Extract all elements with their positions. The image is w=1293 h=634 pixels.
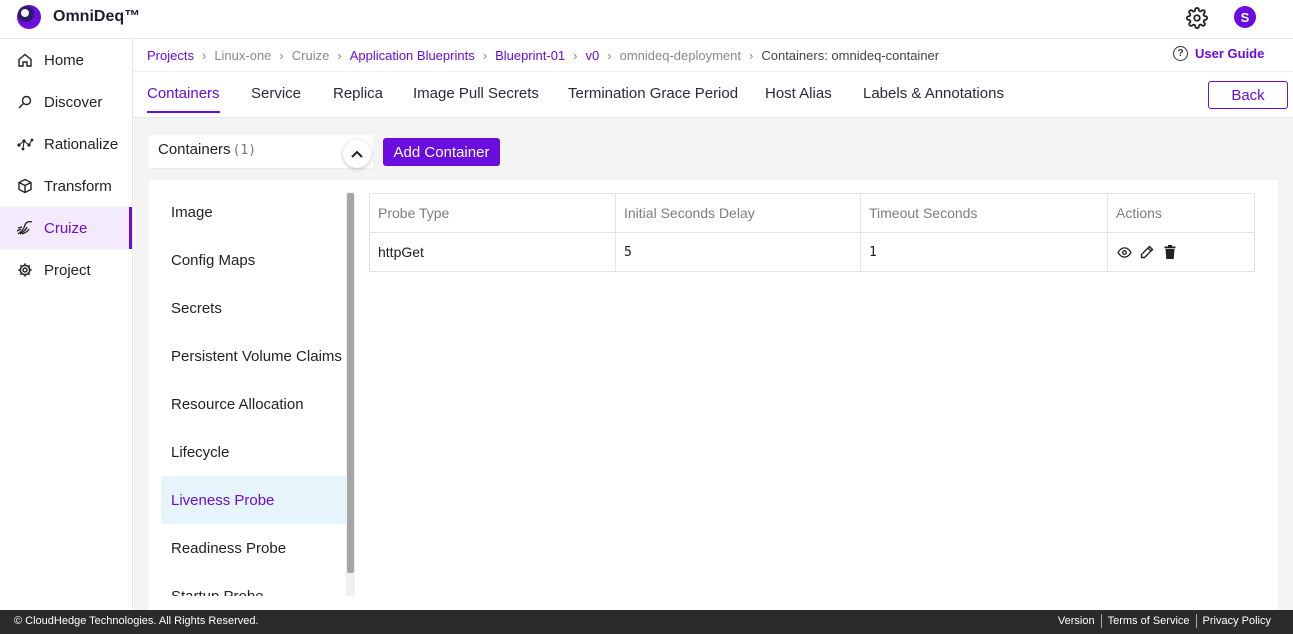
brand-name: OmniDeq™ bbox=[53, 8, 141, 25]
tab-replica[interactable]: Replica bbox=[333, 85, 383, 102]
container-config-menu: Image Config Maps Secrets Persistent Vol… bbox=[161, 188, 347, 596]
menu-item-config-maps[interactable]: Config Maps bbox=[161, 236, 347, 284]
menu-item-resource-allocation[interactable]: Resource Allocation bbox=[161, 380, 347, 428]
cell-actions bbox=[1107, 232, 1255, 272]
sidebar-item-cruize[interactable]: Cruize bbox=[0, 207, 132, 249]
breadcrumb-separator: › bbox=[749, 47, 754, 63]
breadcrumb-separator: › bbox=[337, 47, 342, 63]
probe-table: Probe Type Initial Seconds Delay Timeout… bbox=[369, 193, 1255, 272]
breadcrumb-separator: › bbox=[607, 47, 612, 63]
discover-icon bbox=[16, 93, 34, 111]
breadcrumb-projects[interactable]: Projects bbox=[147, 48, 194, 63]
sidebar-item-label: Cruize bbox=[44, 219, 88, 237]
sidebar-item-label: Rationalize bbox=[44, 135, 119, 153]
view-icon[interactable] bbox=[1116, 244, 1132, 260]
tab-image-pull-secrets[interactable]: Image Pull Secrets bbox=[413, 85, 539, 102]
column-header-initial-delay: Initial Seconds Delay bbox=[615, 193, 861, 233]
containers-count: (1) bbox=[232, 143, 257, 158]
menu-scrollbar-thumb[interactable] bbox=[347, 193, 354, 573]
breadcrumb-separator: › bbox=[279, 47, 284, 63]
breadcrumb-separator: › bbox=[482, 47, 488, 63]
sidebar-item-home[interactable]: Home bbox=[0, 39, 132, 81]
menu-item-startup-probe[interactable]: Startup Probe bbox=[161, 572, 347, 597]
tab-service[interactable]: Service bbox=[251, 85, 301, 102]
top-bar: OmniDeq™ S bbox=[0, 0, 1293, 39]
user-avatar[interactable]: S bbox=[1234, 6, 1256, 28]
sidebar-item-transform[interactable]: Transform bbox=[0, 165, 132, 207]
user-guide-label: User Guide bbox=[1195, 46, 1265, 61]
breadcrumb-separator: › bbox=[201, 47, 207, 63]
add-container-button[interactable]: Add Container bbox=[383, 138, 500, 166]
row-actions bbox=[1116, 244, 1246, 260]
settings-gear-icon[interactable] bbox=[1186, 7, 1208, 29]
breadcrumb: Projects › Linux-one › Cruize › Applicat… bbox=[147, 46, 939, 64]
sidebar: Home Discover Rationalize Transform Crui… bbox=[0, 39, 133, 610]
sidebar-item-discover[interactable]: Discover bbox=[0, 81, 132, 123]
column-header-probe-type: Probe Type bbox=[369, 193, 616, 233]
back-button[interactable]: Back bbox=[1208, 81, 1288, 109]
copyright-text: © CloudHedge Technologies. All Rights Re… bbox=[14, 615, 259, 627]
containers-title: Containers bbox=[158, 141, 231, 158]
tab-host-alias[interactable]: Host Alias bbox=[765, 85, 832, 102]
cell-initial-delay: 5 bbox=[615, 232, 861, 272]
edit-icon[interactable] bbox=[1139, 244, 1155, 260]
breadcrumb-application-blueprints[interactable]: Application Blueprints bbox=[350, 48, 475, 63]
cell-probe-type: httpGet bbox=[369, 232, 616, 272]
menu-item-readiness-probe[interactable]: Readiness Probe bbox=[161, 524, 347, 572]
gear-icon bbox=[16, 261, 34, 279]
footer-links: Version Terms of Service Privacy Policy bbox=[1052, 614, 1277, 628]
breadcrumb-cruize: Cruize bbox=[291, 47, 330, 63]
help-circle-icon: ? bbox=[1173, 46, 1188, 61]
cruize-icon bbox=[16, 219, 34, 237]
column-header-timeout: Timeout Seconds bbox=[860, 193, 1108, 233]
tab-containers[interactable]: Containers bbox=[147, 85, 220, 113]
breadcrumb-version[interactable]: v0 bbox=[586, 48, 600, 63]
collapse-button[interactable] bbox=[343, 140, 371, 168]
column-header-actions: Actions bbox=[1107, 193, 1255, 233]
footer-link-privacy[interactable]: Privacy Policy bbox=[1197, 615, 1277, 627]
delete-icon[interactable] bbox=[1162, 244, 1178, 260]
tab-termination-grace-period[interactable]: Termination Grace Period bbox=[568, 85, 738, 102]
chevron-up-icon bbox=[351, 150, 363, 158]
footer-link-version[interactable]: Version bbox=[1052, 615, 1101, 627]
tab-labels-annotations[interactable]: Labels & Annotations bbox=[863, 85, 1004, 102]
menu-item-persistent-volume-claims[interactable]: Persistent Volume Claims bbox=[161, 332, 347, 380]
menu-item-image[interactable]: Image bbox=[161, 188, 347, 236]
breadcrumb-deployment: omnideq-deployment bbox=[619, 47, 741, 63]
table-row: httpGet 5 1 bbox=[369, 232, 1255, 272]
home-icon bbox=[16, 51, 34, 69]
user-guide-link[interactable]: ? User Guide bbox=[1173, 46, 1264, 61]
footer-link-terms[interactable]: Terms of Service bbox=[1102, 615, 1196, 627]
containers-header[interactable]: Containers (1) bbox=[149, 135, 373, 169]
cube-icon bbox=[16, 177, 34, 195]
sidebar-item-project[interactable]: Project bbox=[0, 249, 132, 291]
cell-timeout: 1 bbox=[860, 232, 1108, 272]
menu-item-lifecycle[interactable]: Lifecycle bbox=[161, 428, 347, 476]
breadcrumb-linux-one: Linux-one bbox=[214, 47, 272, 63]
sidebar-item-label: Home bbox=[44, 51, 85, 69]
table-header-row: Probe Type Initial Seconds Delay Timeout… bbox=[369, 193, 1255, 233]
sidebar-item-label: Transform bbox=[44, 177, 112, 195]
sidebar-item-label: Discover bbox=[44, 93, 103, 111]
sidebar-item-rationalize[interactable]: Rationalize bbox=[0, 123, 132, 165]
menu-item-secrets[interactable]: Secrets bbox=[161, 284, 347, 332]
menu-item-liveness-probe[interactable]: Liveness Probe bbox=[161, 476, 347, 524]
rationalize-icon bbox=[16, 135, 34, 153]
breadcrumb-separator: › bbox=[573, 47, 578, 63]
footer: © CloudHedge Technologies. All Rights Re… bbox=[0, 610, 1293, 634]
containers-header-label: Containers (1) bbox=[158, 141, 256, 158]
breadcrumb-blueprint[interactable]: Blueprint-01 bbox=[495, 48, 565, 63]
sidebar-item-label: Project bbox=[44, 261, 91, 279]
breadcrumb-container: Containers: omnideq-container bbox=[761, 47, 940, 63]
tab-bar: Containers Service Replica Image Pull Se… bbox=[133, 71, 1293, 118]
omnideq-logo-icon bbox=[17, 5, 41, 29]
